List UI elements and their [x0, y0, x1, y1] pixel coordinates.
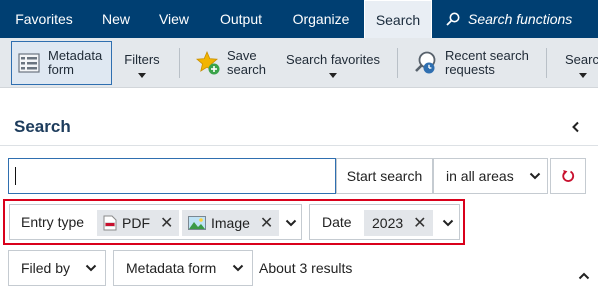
menu-output[interactable]: Output — [204, 0, 278, 38]
metadata-form-label: Metadata form — [48, 48, 103, 77]
filed-by-label: Filed by — [21, 260, 71, 276]
search-scope-dropdown[interactable]: in all areas — [433, 158, 548, 194]
filed-by-dropdown[interactable]: Filed by — [8, 250, 106, 286]
save-search-button[interactable]: Save search — [195, 41, 275, 85]
search-favorites-dropdown[interactable]: Search favorites — [284, 41, 382, 85]
page-title: Search — [14, 117, 71, 136]
chevron-left-icon — [572, 121, 579, 133]
search-functions-placeholder: Search functions — [468, 11, 573, 27]
menu-organize[interactable]: Organize — [278, 0, 364, 38]
metadata-form-dropdown[interactable]: Metadata form — [113, 250, 253, 286]
divider — [0, 145, 598, 146]
ribbon-divider — [179, 48, 180, 78]
chevron-down-icon — [138, 72, 146, 78]
date-filter[interactable]: Date 2023 ✕ — [309, 204, 460, 240]
pdf-file-icon — [103, 215, 117, 231]
chevron-down-icon — [579, 72, 587, 78]
chevron-down-icon — [529, 172, 541, 180]
reset-icon — [562, 170, 575, 182]
ribbon-toolbar: Metadata form Filters Save search Search… — [0, 38, 598, 88]
save-search-label: Save search — [227, 48, 267, 77]
search-input[interactable] — [8, 158, 336, 194]
entry-type-chip-image[interactable]: Image ✕ — [182, 210, 280, 236]
menu-view[interactable]: View — [144, 0, 204, 38]
chevron-down-icon — [85, 264, 97, 272]
menu-favorites[interactable]: Favorites — [0, 0, 88, 38]
recent-search-icon — [415, 51, 436, 74]
chevron-down-icon — [329, 72, 337, 78]
chevron-down-icon[interactable] — [442, 219, 454, 227]
search-icon — [446, 12, 460, 26]
date-chip[interactable]: 2023 ✕ — [364, 210, 433, 236]
ribbon-divider — [397, 48, 398, 78]
search-overflow-button[interactable]: Searc — [565, 41, 598, 85]
results-count: About 3 results — [259, 260, 353, 276]
start-search-button[interactable]: Start search — [336, 158, 433, 194]
date-label: Date — [322, 214, 352, 230]
collapse-panel-button[interactable] — [568, 118, 584, 136]
chevron-up-icon[interactable] — [578, 272, 590, 280]
remove-image-icon[interactable]: ✕ — [260, 213, 273, 233]
ribbon-divider — [546, 48, 547, 78]
start-search-label: Start search — [346, 168, 423, 184]
filters-dropdown[interactable]: Filters — [122, 41, 162, 85]
remove-date-icon[interactable]: ✕ — [413, 213, 426, 233]
date-value: 2023 — [372, 215, 404, 231]
chevron-down-icon — [232, 264, 244, 272]
form-icon — [18, 53, 40, 73]
menu-bar: Favorites New View Output Organize Searc… — [0, 0, 598, 38]
search-overflow-label: Searc — [565, 51, 598, 67]
entry-type-chip-pdf[interactable]: PDF ✕ — [97, 210, 180, 236]
menu-new[interactable]: New — [88, 0, 144, 38]
entry-type-filter[interactable]: Entry type PDF ✕ Image ✕ — [9, 204, 302, 240]
entry-type-image-label: Image — [211, 215, 250, 231]
image-file-icon — [188, 216, 206, 230]
filters-label: Filters — [124, 51, 160, 67]
search-favorites-label: Search favorites — [286, 51, 380, 67]
reset-search-button[interactable] — [550, 158, 586, 194]
recent-search-requests-button[interactable]: Recent search requests — [413, 41, 533, 85]
metadata-form-dropdown-label: Metadata form — [126, 260, 217, 276]
star-add-icon — [196, 50, 220, 75]
metadata-form-button[interactable]: Metadata form — [11, 41, 112, 85]
search-scope-value: in all areas — [446, 168, 514, 184]
menu-search[interactable]: Search — [364, 0, 432, 38]
recent-search-requests-label: Recent search requests — [445, 48, 529, 77]
entry-type-pdf-label: PDF — [122, 215, 150, 231]
chevron-down-icon[interactable] — [285, 219, 297, 227]
search-functions-field[interactable]: Search functions — [446, 0, 572, 38]
text-cursor — [15, 167, 16, 185]
entry-type-label: Entry type — [21, 214, 85, 230]
remove-pdf-icon[interactable]: ✕ — [160, 213, 173, 233]
